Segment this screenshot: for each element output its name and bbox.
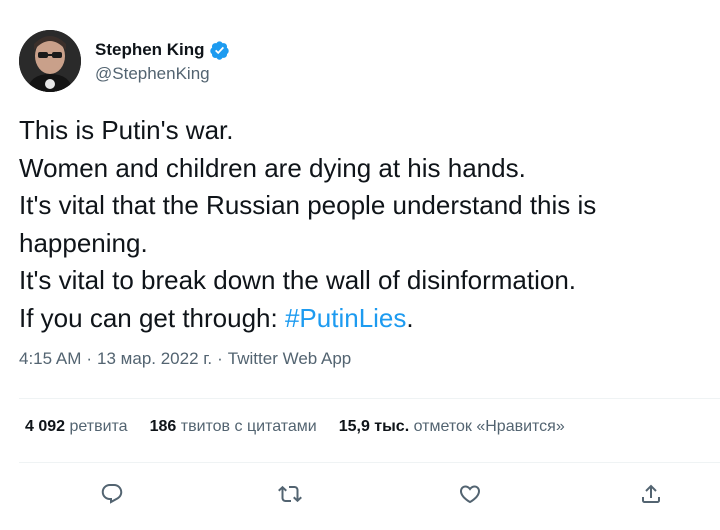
tweet-source[interactable]: Twitter Web App <box>228 349 351 369</box>
tweet-line: happening. <box>19 227 148 258</box>
tweet-line: It's vital that the Russian people under… <box>19 190 597 220</box>
likes-label: отметок «Нравится» <box>413 418 565 435</box>
like-button[interactable] <box>452 476 488 512</box>
tweet-line: It's vital to break down the wall of dis… <box>19 265 577 295</box>
avatar[interactable] <box>19 30 81 92</box>
tweet-line: Women and children are dying at his hand… <box>19 152 526 183</box>
meta-separator: · <box>217 349 223 368</box>
tweet-line-last: If you can get through: #PutinLies. <box>19 300 709 338</box>
tweet-actions <box>0 476 720 512</box>
retweets-count: 4 092 <box>25 418 66 435</box>
quotes-label: твитов с цитатами <box>180 418 317 435</box>
retweet-button[interactable] <box>272 476 308 512</box>
author-handle[interactable]: @StephenKing <box>95 64 230 84</box>
tweet-text: This is Putin's war. Women and children … <box>19 112 709 337</box>
reply-icon <box>101 484 123 504</box>
tweet-header: Stephen King @StephenKing <box>19 30 230 92</box>
hashtag-link[interactable]: #PutinLies <box>285 303 406 333</box>
tweet-line-text: If you can get through: <box>19 302 285 333</box>
reply-button[interactable] <box>94 476 130 512</box>
retweets-label: ретвита <box>69 418 128 435</box>
name-row: Stephen King <box>95 38 230 62</box>
share-icon <box>642 484 660 503</box>
likes-stat[interactable]: 15,9 тыс. отметок «Нравится» <box>339 418 565 436</box>
heart-icon <box>459 485 481 504</box>
tweet-line-end: . <box>406 302 414 333</box>
quotes-stat[interactable]: 186 твитов с цитатами <box>150 418 317 436</box>
divider <box>19 462 720 463</box>
likes-count: 15,9 тыс. <box>338 418 410 435</box>
verified-badge-icon <box>209 40 229 60</box>
tweet-line: This is Putin's war. <box>19 115 234 145</box>
share-button[interactable] <box>633 476 669 512</box>
divider <box>19 398 720 399</box>
retweet-icon <box>278 485 302 503</box>
tweet-date[interactable]: 13 мар. 2022 г. <box>97 349 212 369</box>
tweet-time[interactable]: 4:15 AM <box>19 349 81 369</box>
tweet-meta: 4:15 AM · 13 мар. 2022 г. · Twitter Web … <box>19 349 351 369</box>
author-names: Stephen King @StephenKing <box>95 38 230 84</box>
author-display-name[interactable]: Stephen King <box>95 40 205 60</box>
meta-separator: · <box>86 349 93 368</box>
quotes-count: 186 <box>149 418 177 435</box>
tweet-stats: 4 092 ретвита 186 твитов с цитатами 15,9… <box>25 418 587 436</box>
tweet-card: Stephen King @StephenKing This is Putin'… <box>0 0 720 530</box>
retweets-stat[interactable]: 4 092 ретвита <box>25 418 128 436</box>
